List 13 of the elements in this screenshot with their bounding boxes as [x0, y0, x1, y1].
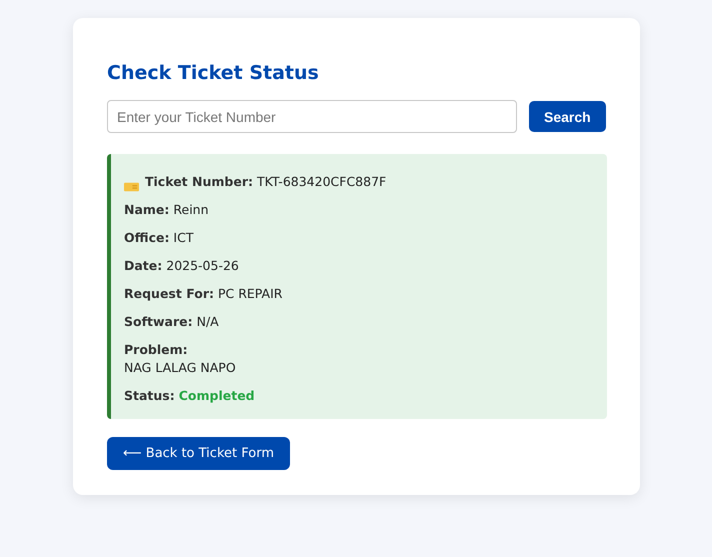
detail-text: Request For: PC REPAIR — [124, 285, 284, 303]
detail-text: Office: ICT — [124, 229, 194, 247]
search-button[interactable]: Search — [529, 101, 606, 132]
page-title: Check Ticket Status — [107, 62, 320, 84]
status-text: Status: Completed — [124, 387, 256, 405]
detail-text: Date: 2025-05-26 — [124, 257, 240, 275]
ticket-number-field[interactable]: Enter your Ticket Number — [107, 100, 517, 133]
back-button[interactable]: ⟵ Back to Ticket Form — [107, 437, 290, 470]
detail-text: Problem: NAG LALAG NAPO — [124, 341, 237, 377]
ticket-icon — [124, 182, 139, 192]
detail-text: Name: Reinn — [124, 201, 210, 219]
ticket-number-text: Ticket Number: TKT-683420CFC887F — [145, 173, 386, 191]
detail-text: Software: N/A — [124, 313, 220, 331]
